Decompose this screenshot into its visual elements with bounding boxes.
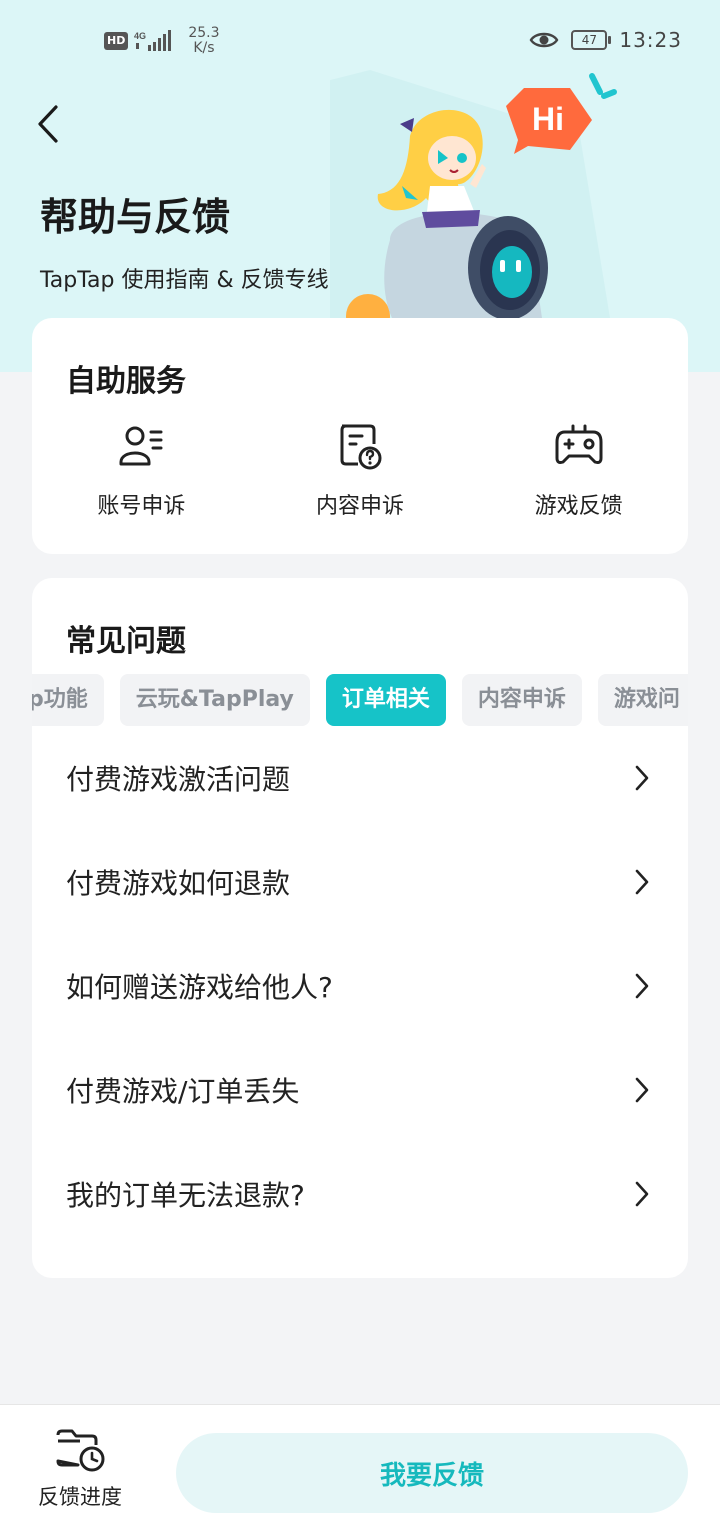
tab-app-features[interactable]: p功能 [32, 674, 104, 726]
tab-content-appeal[interactable]: 内容申诉 [461, 674, 582, 726]
gamepad-icon [555, 424, 603, 464]
account-appeal-label: 账号申诉 [97, 494, 186, 519]
help-feedback-screen: HD 4G 25.3 K/s 47 13:23 帮助与反馈 TapTap 使用指… [0, 0, 720, 1540]
mascot-illustration: Hi [330, 70, 617, 318]
network-speed-unit: K/s [193, 40, 215, 56]
faq-item[interactable]: 我的订单无法退款? [32, 1142, 688, 1246]
content-appeal-button[interactable]: 内容申诉 [251, 418, 470, 520]
self-service-list: 账号申诉 内容申诉 游戏反馈 [32, 418, 688, 520]
tab-game-questions[interactable]: 游戏问 [597, 674, 688, 726]
faq-list: 付费游戏激活问题 付费游戏如何退款 如何赠送游戏给他人? 付费游戏/订单丢失 我… [32, 726, 688, 1246]
hd-badge: HD [104, 32, 129, 50]
content-question-icon [340, 424, 382, 470]
page-title: 帮助与反馈 [40, 195, 231, 239]
faq-tabs[interactable]: p功能 云玩&TapPlay 订单相关 内容申诉 游戏问 [32, 674, 688, 726]
faq-card: 常见问题 p功能 云玩&TapPlay 订单相关 内容申诉 游戏问 付费游戏激活… [32, 578, 688, 1278]
faq-question: 付费游戏激活问题 [66, 763, 291, 796]
mascot-bubble-text: Hi [532, 101, 564, 137]
clock: 13:23 [619, 28, 682, 52]
chevron-right-icon [635, 1077, 649, 1103]
tab-orders[interactable]: 订单相关 [325, 674, 446, 726]
battery-indicator: 47 [571, 30, 612, 50]
folder-clock-icon [56, 1429, 105, 1472]
chevron-right-icon [635, 765, 649, 791]
faq-item[interactable]: 付费游戏激活问题 [32, 726, 688, 830]
faq-item[interactable]: 付费游戏如何退款 [32, 830, 688, 934]
faq-item[interactable]: 如何赠送游戏给他人? [32, 934, 688, 1038]
status-bar-right: 47 13:23 [529, 28, 682, 52]
network-speed: 25.3 K/s [188, 26, 219, 56]
faq-question: 如何赠送游戏给他人? [66, 971, 333, 1004]
account-icon [119, 426, 163, 466]
bottom-bar: 反馈进度 我要反馈 [0, 1404, 720, 1540]
status-bar-left: HD 4G 25.3 K/s [104, 26, 220, 56]
content-appeal-label: 内容申诉 [316, 494, 405, 519]
back-button[interactable] [26, 100, 70, 148]
faq-item[interactable]: 付费游戏/订单丢失 [32, 1038, 688, 1142]
submit-feedback-button[interactable]: 我要反馈 [176, 1433, 688, 1513]
self-service-title: 自助服务 [66, 364, 186, 399]
chevron-right-icon [635, 1181, 649, 1207]
faq-question: 付费游戏/订单丢失 [66, 1075, 300, 1108]
signal-icon: 4G [134, 30, 172, 51]
game-feedback-label: 游戏反馈 [534, 494, 623, 519]
faq-question: 付费游戏如何退款 [66, 867, 291, 900]
faq-question: 我的订单无法退款? [66, 1179, 305, 1212]
feedback-progress-label: 反馈进度 [38, 1485, 122, 1509]
eye-icon [529, 32, 559, 48]
faq-title: 常见问题 [66, 624, 186, 659]
faq-tabs-track: p功能 云玩&TapPlay 订单相关 内容申诉 游戏问 [32, 674, 688, 726]
account-appeal-button[interactable]: 账号申诉 [32, 418, 251, 520]
page-subtitle: TapTap 使用指南 & 反馈专线 [40, 268, 329, 293]
chevron-left-icon [38, 105, 58, 143]
network-type: 4G [134, 31, 146, 41]
game-feedback-button[interactable]: 游戏反馈 [469, 418, 688, 520]
feedback-progress-button[interactable]: 反馈进度 [24, 1427, 136, 1527]
network-speed-value: 25.3 [188, 25, 220, 41]
self-service-card: 自助服务 账号申诉 内容申诉 游戏反馈 [32, 318, 688, 554]
tab-cloud-play[interactable]: 云玩&TapPlay [119, 674, 310, 726]
chevron-right-icon [635, 973, 649, 999]
chevron-right-icon [635, 869, 649, 895]
